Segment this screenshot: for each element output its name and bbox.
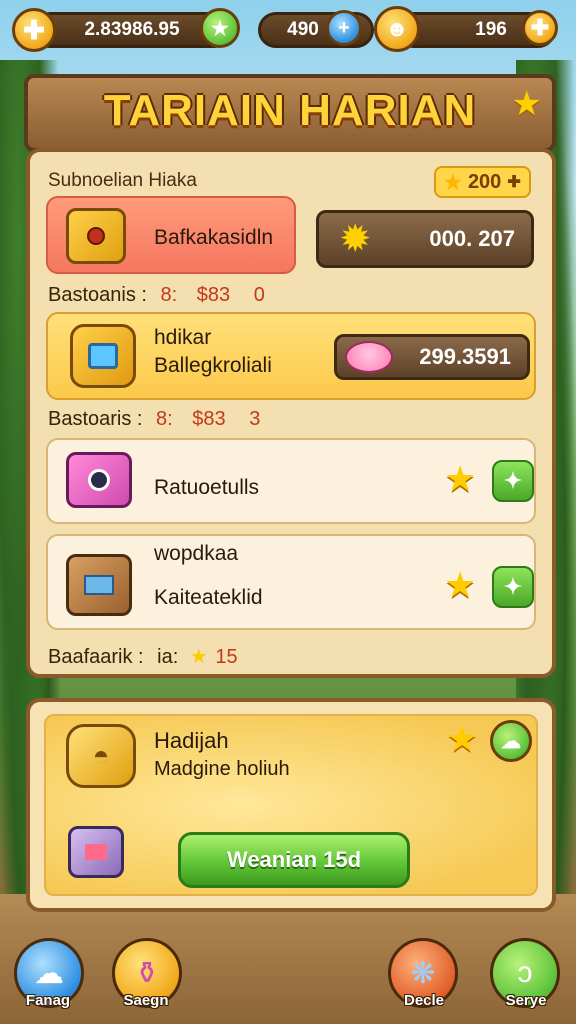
quest-1-progress: ✹ 000. 207: [316, 210, 534, 268]
sparkle-icon: ✦: [503, 574, 523, 599]
treasure-box-icon: [66, 208, 126, 264]
quest-2-subtitle: Ballegkroliali: [154, 354, 272, 377]
quest-card-1[interactable]: Bafkakasidln: [46, 196, 296, 274]
chef-hat-icon: ☁: [34, 956, 64, 990]
coins-value: 2.83986.95: [84, 19, 180, 40]
reward-subtitle: Madgine holiuh: [154, 758, 290, 780]
status-line-3: Baafaarik : ia: ★ 15: [48, 644, 238, 669]
claim-reward-button[interactable]: Weanian 15d: [178, 832, 410, 888]
reward-title: Hadijah: [154, 728, 229, 753]
quest-3-label: Ratuoetulls: [154, 476, 260, 499]
status-3-prefix: Baafaarik :: [48, 646, 144, 668]
quest-card-2[interactable]: hdikar Ballegkroliali 299.3591: [46, 312, 536, 400]
character-avatar[interactable]: ☻: [374, 6, 420, 52]
quest-4-subtitle: Kaiteateklid: [154, 586, 263, 609]
camera-toy-icon: [66, 452, 132, 508]
bonus-badge: ★ 200 ✚: [434, 166, 531, 198]
quest-2-progress: 299.3591: [334, 334, 530, 380]
status-1-c: 0: [253, 284, 265, 306]
star-icon: ★: [444, 564, 477, 605]
page-title: TARIAIN HARIAN: [103, 86, 477, 135]
star-icon: ★: [211, 17, 229, 40]
quest-2-title: hdikar: [154, 326, 212, 349]
cake-icon: [345, 341, 393, 373]
quest-4-add-button[interactable]: ✦: [492, 566, 534, 608]
status-1-b: $83: [196, 284, 231, 306]
nav-label-4: Serye: [505, 992, 547, 1009]
plus-icon: ✚: [530, 15, 550, 40]
resource-bar: 2.83986.95 ✚ ★ 490 + 196 ☻ ✚: [12, 6, 564, 52]
candy-icon: ❋: [410, 956, 436, 990]
crate-machine-icon: [66, 554, 132, 616]
star-icon: ★: [189, 646, 208, 668]
status-line-2: Bastoaris : 8: $83 3: [48, 408, 260, 431]
star-icon: ★: [444, 458, 477, 499]
reward-info-button[interactable]: ☁: [490, 720, 532, 762]
plus-icon: ✚: [23, 14, 45, 45]
hook-icon: ↄ: [517, 956, 533, 989]
status-2-b: $83: [192, 408, 226, 430]
star-icon: ★: [511, 85, 542, 123]
gift-box-icon: [70, 324, 136, 388]
nav-label-1: Fanag: [25, 992, 71, 1009]
quest-card-3[interactable]: Ratuoetulls ★ ✦: [46, 438, 536, 524]
title-plank: TARIAIN HARIAN ★: [24, 74, 556, 152]
energy-value: 196: [475, 19, 507, 40]
status-2-a: 8:: [156, 408, 173, 430]
bonus-value: 200: [467, 170, 502, 193]
quest-1-label: Bafkakasidln: [154, 226, 274, 249]
status-1-a: 8:: [160, 284, 178, 306]
status-2-prefix: Bastoaris :: [48, 408, 143, 430]
potion-icon: ⚱: [134, 956, 160, 990]
coins-star-button[interactable]: ★: [200, 8, 240, 48]
add-coins-button[interactable]: ✚: [12, 8, 56, 52]
add-gems-button[interactable]: +: [326, 10, 362, 46]
gems-value: 490: [287, 19, 319, 40]
plus-icon: ✚: [507, 174, 521, 191]
plus-icon: +: [338, 16, 350, 39]
status-3-b: 15: [215, 646, 238, 668]
sparkle-icon: ✦: [503, 468, 523, 493]
status-2-c: 3: [249, 408, 261, 430]
gift-machine-icon: [68, 826, 124, 878]
ghost-icon: ☁: [501, 730, 521, 753]
claim-label: Weanian 15d: [226, 847, 362, 872]
quest-3-add-button[interactable]: ✦: [492, 460, 534, 502]
quest-2-value: 299.3591: [419, 344, 511, 369]
character-face-icon: ☻: [385, 16, 409, 41]
golden-duck-icon: ◓: [66, 724, 136, 788]
nav-label-3: Decle: [403, 992, 445, 1009]
quest-1-value: 000. 207: [429, 226, 515, 251]
star-icon: ★: [444, 171, 462, 194]
add-energy-button[interactable]: ✚: [522, 10, 558, 46]
status-3-a: ia:: [157, 646, 179, 668]
status-line-1: Bastoanis : 8: $83 0: [48, 284, 265, 307]
status-1-prefix: Bastoanis :: [48, 284, 147, 306]
section-title: Subnoelian Hiaka: [48, 170, 197, 191]
quest-4-title: wopdkaa: [154, 542, 239, 565]
sun-gear-icon: ✹: [341, 220, 370, 258]
quest-card-4[interactable]: wopdkaa Kaiteateklid ★ ✦: [46, 534, 536, 630]
star-icon: ★: [446, 718, 479, 759]
nav-label-2: Saegn: [123, 992, 169, 1009]
